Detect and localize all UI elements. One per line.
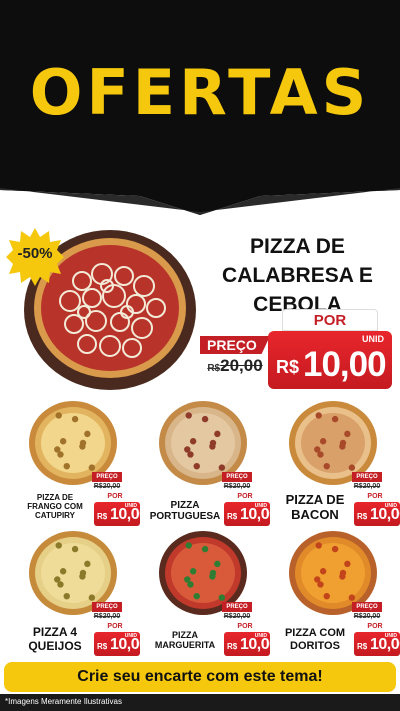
new-price: UNID R$ 10,00 <box>224 502 278 526</box>
featured-preco-label: PREÇO <box>200 336 270 354</box>
por-label: POR <box>107 623 123 630</box>
preco-label: PREÇO <box>352 472 382 482</box>
new-value: 10,00 <box>370 636 400 653</box>
product-name-line: PIZZA DE <box>285 492 345 507</box>
old-price: R$20,00 <box>92 612 122 621</box>
old-currency: R$ <box>93 483 103 490</box>
unit-label: UNID <box>362 334 384 344</box>
old-currency: R$ <box>223 613 233 620</box>
product-name: PIZZA DE BACON <box>278 492 352 522</box>
product-name-line: PIZZA <box>170 500 200 511</box>
product-card: PIZZA PORTUGUESA PREÇO R$20,00 POR UNID R… <box>148 400 278 530</box>
old-value: 20,00 <box>232 613 251 620</box>
preco-label: PREÇO <box>352 602 382 612</box>
por-label: POR <box>107 493 123 500</box>
product-card: PIZZA DE FRANGO COM CATUPIRY PREÇO R$20,00… <box>18 400 148 530</box>
new-value: 10,00 <box>240 506 278 523</box>
featured-old-price: R$20,00 <box>200 356 270 382</box>
product-name-line: FRANGO COM <box>27 502 83 511</box>
old-price: R$20,00 <box>352 612 382 621</box>
product-name-line: DORITOS <box>290 640 340 652</box>
product-name: PIZZA 4 QUEIJOS <box>18 625 92 653</box>
new-currency: R$ <box>227 642 238 651</box>
product-name: PIZZA PORTUGUESA <box>148 500 222 522</box>
new-currency: R$ <box>97 642 108 651</box>
product-card: PIZZA MARGUERITA PREÇO R$20,00 POR UNID R… <box>148 530 278 660</box>
old-value: 20,00 <box>232 483 251 490</box>
old-currency: R$ <box>353 483 363 490</box>
cta-button[interactable]: Crie seu encarte com este tema! <box>4 662 396 692</box>
old-currency: R$ <box>223 483 233 490</box>
featured-title-line: PIZZA DE <box>250 235 345 258</box>
por-label: POR <box>367 493 383 500</box>
old-currency: R$ <box>207 363 221 374</box>
discount-badge: -50% <box>17 245 53 262</box>
new-currency: R$ <box>276 357 300 377</box>
product-card: PIZZA 4 QUEIJOS PREÇO R$20,00 POR UNID R$… <box>18 530 148 660</box>
new-currency: R$ <box>357 642 368 651</box>
old-currency: R$ <box>93 613 103 620</box>
preco-label: PREÇO <box>92 602 122 612</box>
product-name: PIZZA DE FRANGO COM CATUPIRY <box>18 493 92 520</box>
por-label: POR <box>237 493 253 500</box>
footer-bar: *Imagens Meramente Ilustrativas <box>0 694 400 711</box>
old-price: R$20,00 <box>352 482 382 491</box>
product-name-line: BACON <box>291 507 339 522</box>
new-currency: R$ <box>227 512 238 521</box>
new-price: UNID R$ 10,00 <box>94 502 148 526</box>
por-label: POR <box>237 623 253 630</box>
product-name: PIZZA MARGUERITA <box>148 630 222 650</box>
new-currency: R$ <box>97 512 108 521</box>
old-value: 20,00 <box>220 356 263 375</box>
preco-label: PREÇO <box>222 472 252 482</box>
featured-title: PIZZA DE CALABRESA E CEBOLA <box>210 232 385 319</box>
product-name-line: PORTUGUESA <box>149 511 221 522</box>
featured-new-price: UNID R$ 10,00 <box>268 331 392 389</box>
new-currency: R$ <box>357 512 368 521</box>
product-name: PIZZA COM DORITOS <box>278 627 352 653</box>
product-name-line: PIZZA <box>172 630 198 640</box>
new-value: 10,00 <box>370 506 400 523</box>
product-name-line: PIZZA 4 <box>32 625 78 639</box>
product-name-line: QUEIJOS <box>28 639 82 653</box>
new-value: 10,00 <box>303 345 387 384</box>
product-name-line: PIZZA COM <box>284 627 346 639</box>
old-value: 20,00 <box>102 483 121 490</box>
old-price: R$20,00 <box>92 482 122 491</box>
old-price: R$20,00 <box>222 612 252 621</box>
new-price: UNID R$ 10,00 <box>354 632 400 656</box>
old-value: 20,00 <box>362 613 381 620</box>
product-card: PIZZA DE BACON PREÇO R$20,00 POR UNID R$ … <box>278 400 400 530</box>
new-price: UNID R$ 10,00 <box>224 632 278 656</box>
product-name-line: MARGUERITA <box>154 640 216 650</box>
old-currency: R$ <box>353 613 363 620</box>
page-title: OFERTAS <box>29 56 371 129</box>
product-name-line: CATUPIRY <box>35 511 75 520</box>
new-value: 10,00 <box>110 636 148 653</box>
header-banner: OFERTAS <box>0 0 400 215</box>
footer-note: *Imagens Meramente Ilustrativas <box>5 697 122 706</box>
new-value: 10,00 <box>110 506 148 523</box>
old-value: 20,00 <box>362 483 381 490</box>
featured-por-label: POR <box>282 309 378 331</box>
old-price: R$20,00 <box>222 482 252 491</box>
new-price: UNID R$ 10,00 <box>354 502 400 526</box>
old-value: 20,00 <box>102 613 121 620</box>
new-price: UNID R$ 10,00 <box>94 632 148 656</box>
product-card: PIZZA COM DORITOS PREÇO R$20,00 POR UNID … <box>278 530 400 660</box>
product-name-line: PIZZA DE <box>36 493 74 502</box>
preco-label: PREÇO <box>92 472 122 482</box>
por-label: POR <box>367 623 383 630</box>
new-value: 10,00 <box>240 636 278 653</box>
preco-label: PREÇO <box>222 602 252 612</box>
featured-title-line: CALABRESA E <box>222 264 373 287</box>
